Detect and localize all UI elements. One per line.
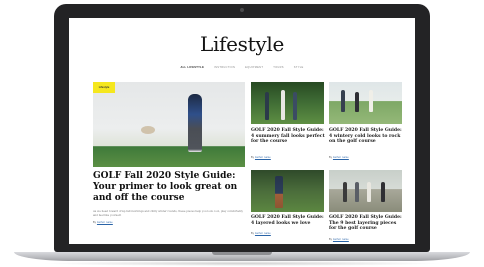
page-title: Lifestyle	[199, 32, 285, 56]
card-headline[interactable]: GOLF 2020 Fall Style Guide: The 9 best l…	[329, 215, 404, 232]
section-subnav: All Lifestyle Instruction Equipment Tour…	[69, 66, 415, 69]
hero-image[interactable]	[93, 82, 245, 167]
golfer-figure	[355, 92, 359, 112]
card-byline: By Author name	[329, 156, 349, 159]
golfer-figure	[293, 92, 297, 120]
card-headline[interactable]: GOLF 2020 Fall Style Guide: 4 summery fa…	[251, 128, 326, 145]
laptop-notch	[212, 252, 272, 255]
card-image[interactable]	[329, 82, 402, 124]
golfer-figure	[265, 92, 269, 120]
author-link[interactable]: Author name	[255, 156, 271, 159]
byline-prefix: By	[329, 238, 333, 241]
golfer-figure	[188, 94, 202, 152]
golfer-figure	[281, 90, 285, 120]
author-link[interactable]: Author name	[255, 232, 271, 235]
golfer-figure	[343, 182, 347, 202]
laptop-screen: Lifestyle All Lifestyle Instruction Equi…	[69, 18, 415, 244]
category-badge: Lifestyle	[93, 82, 115, 93]
subnav-item-instruction[interactable]: Instruction	[214, 66, 235, 69]
laptop-shadow	[40, 261, 444, 266]
golfer-figure	[355, 182, 359, 202]
author-link[interactable]: Author name	[333, 156, 349, 159]
card-byline: By Author name	[251, 156, 271, 159]
byline-prefix: By	[251, 156, 255, 159]
subnav-item-all-lifestyle[interactable]: All Lifestyle	[181, 66, 205, 69]
golfer-figure	[275, 176, 283, 208]
card-image[interactable]	[251, 170, 324, 212]
author-link[interactable]: Author name	[333, 238, 349, 241]
author-link[interactable]: Author name	[97, 221, 113, 224]
card-headline[interactable]: GOLF 2020 Fall Style Guide: 4 layered lo…	[251, 215, 326, 226]
card-image[interactable]	[251, 82, 324, 124]
card-headline[interactable]: GOLF 2020 Fall Style Guide: 4 wintery co…	[329, 128, 404, 145]
card-byline: By Author name	[251, 232, 271, 235]
golfer-figure	[341, 90, 345, 112]
ball-splash	[141, 126, 155, 134]
card-image[interactable]	[329, 170, 402, 212]
subnav-item-tours[interactable]: Tours	[273, 66, 284, 69]
byline-prefix: By	[329, 156, 333, 159]
hero-byline: By Author name	[93, 221, 113, 224]
hero-teaser: As we head toward crisp fall mornings an…	[93, 210, 243, 217]
subnav-item-style[interactable]: Style	[294, 66, 304, 69]
subnav-item-equipment[interactable]: Equipment	[245, 66, 263, 69]
golfer-figure	[369, 90, 373, 112]
byline-prefix: By	[251, 232, 255, 235]
card-byline: By Author name	[329, 238, 349, 241]
golfer-figure	[367, 182, 371, 202]
byline-prefix: By	[93, 221, 97, 224]
golfer-figure	[381, 182, 385, 202]
hero-headline[interactable]: GOLF Fall 2020 Style Guide: Your primer …	[93, 171, 253, 204]
webcam-icon	[240, 8, 244, 12]
